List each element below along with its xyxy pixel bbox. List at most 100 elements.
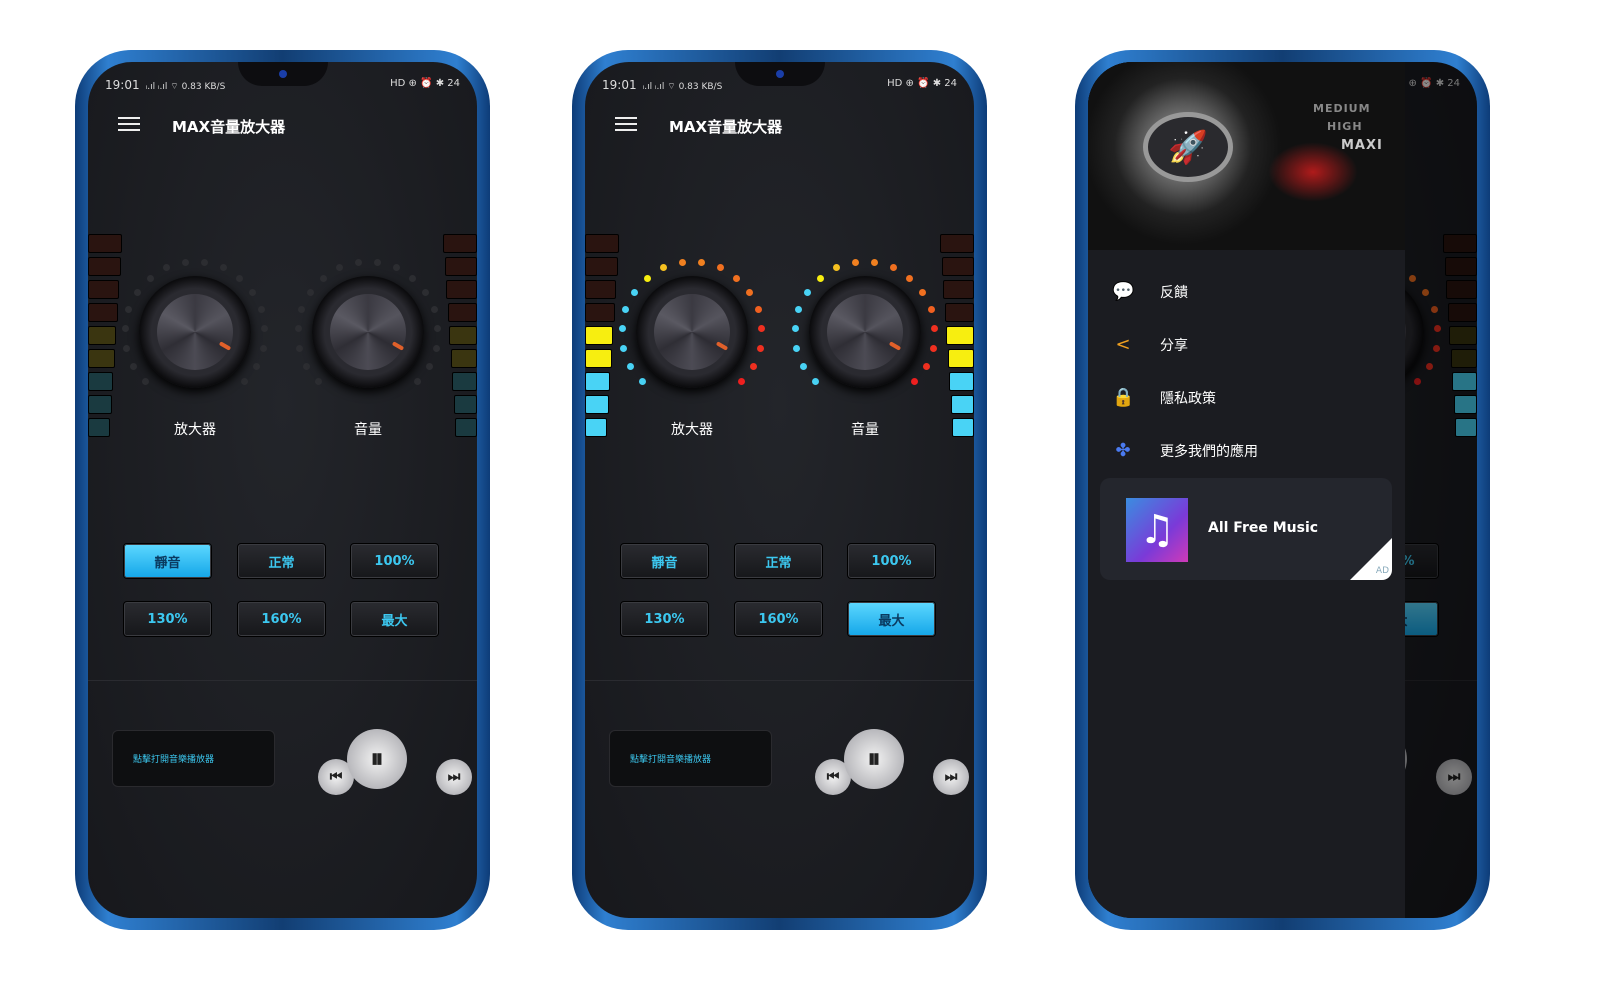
knob-level-dot	[627, 362, 635, 370]
preset-button[interactable]: 160%	[734, 601, 823, 637]
meter-left	[585, 234, 619, 437]
meter-segment	[585, 234, 619, 253]
meter-segment	[444, 257, 477, 276]
status-time: 19:01	[105, 78, 140, 92]
knob-level-dot	[733, 274, 741, 282]
meter-segment	[88, 280, 119, 299]
knob-volume[interactable]	[293, 257, 443, 407]
meter-segment	[443, 234, 477, 253]
meter-segment	[585, 280, 616, 299]
menu-line	[615, 117, 637, 119]
music-app-icon: ♫	[1126, 498, 1188, 562]
knob-level-dot	[315, 377, 322, 385]
apps-icon: ✤	[1115, 440, 1131, 461]
drawer-item[interactable]: 🔒 隱私政策	[1112, 387, 1216, 409]
preset-button[interactable]: 100%	[350, 543, 439, 579]
front-camera	[775, 70, 784, 78]
prev-icon: ⏮	[826, 769, 840, 785]
open-music-player-button[interactable]: 點擊打開音樂播放器	[609, 730, 772, 787]
pause-button[interactable]: ⏸	[347, 729, 407, 789]
meter-segment	[88, 395, 112, 414]
knob-level-dot	[425, 362, 433, 370]
menu-line	[118, 129, 140, 131]
knob-level-dot	[240, 377, 248, 385]
drawer-item[interactable]: 💬 反饋	[1112, 281, 1188, 303]
menu-icon[interactable]	[615, 114, 637, 132]
knob-level-dot	[252, 362, 260, 370]
knob-level-dot	[142, 377, 149, 385]
preset-button[interactable]: 100%	[847, 543, 936, 579]
meter-segment	[446, 280, 477, 299]
divider	[88, 680, 477, 681]
knob-level-dot	[146, 274, 154, 282]
drawer-item[interactable]: < 分享	[1112, 334, 1188, 356]
knob-level-dot	[678, 259, 686, 267]
knob-amplifier[interactable]	[617, 257, 767, 407]
knob-level-dot	[306, 288, 314, 296]
knob-level-dot	[303, 362, 311, 370]
meter-right	[940, 234, 974, 437]
ad-badge: AD	[1375, 566, 1389, 576]
preset-button[interactable]: 最大	[350, 601, 439, 637]
knob-level-dot	[800, 362, 808, 370]
knob-level-dot	[413, 377, 421, 385]
ad-app-name: All Free Music	[1208, 520, 1319, 536]
knob-dial[interactable]	[636, 276, 748, 388]
ad-card[interactable]: ♫ All Free Music AD	[1100, 478, 1392, 580]
preset-button[interactable]: 靜音	[123, 543, 212, 579]
divider	[585, 680, 974, 681]
hero-level-label: MEDIUM	[1313, 102, 1371, 115]
preset-button[interactable]: 正常	[237, 543, 326, 579]
meter-segment	[447, 303, 477, 322]
meter-left	[88, 234, 122, 437]
knob-level-dot	[618, 325, 626, 333]
preset-button[interactable]: 靜音	[620, 543, 709, 579]
knob-level-dot	[163, 264, 171, 272]
knob-amplifier[interactable]	[120, 257, 270, 407]
knob-volume[interactable]	[790, 257, 940, 407]
pause-button[interactable]: ⏸	[844, 729, 904, 789]
knob-level-dot	[746, 288, 754, 296]
preset-button[interactable]: 130%	[123, 601, 212, 637]
knob-level-dot	[660, 264, 668, 272]
knob-level-dot	[354, 259, 362, 267]
knob-level-dot	[125, 306, 133, 314]
knob-level-dot	[298, 306, 306, 314]
knob-dial[interactable]	[809, 276, 921, 388]
knob-level-dot	[929, 344, 937, 352]
drawer-item[interactable]: ✤ 更多我們的應用	[1112, 440, 1258, 462]
meter-segment	[940, 234, 974, 253]
knob-level-dot	[871, 259, 879, 267]
phone-screen: 19:01 ᵢ.ıl ᵢ.ıl ⌔ 0.83 KB/S HD ⊕ ⏰ ✱ 24 MAX…	[585, 62, 974, 918]
meter-segment	[952, 418, 974, 437]
knob-level-dot	[716, 264, 724, 272]
knob-level-dot	[622, 306, 630, 314]
preset-button[interactable]: 160%	[237, 601, 326, 637]
next-button[interactable]: ⏭	[436, 759, 472, 795]
preset-button[interactable]: 正常	[734, 543, 823, 579]
status-bar: 19:01 ᵢ.ıl ᵢ.ıl ⌔ 0.83 KB/S HD ⊕ ⏰ ✱ 24	[602, 78, 957, 92]
knob-label: 音量	[851, 422, 879, 438]
meter-segment	[585, 395, 609, 414]
open-music-player-button[interactable]: 點擊打開音樂播放器	[112, 730, 275, 787]
status-left: 19:01 ᵢ.ıl ᵢ.ıl ⌔ 0.83 KB/S	[602, 78, 722, 92]
knob-level-dot	[201, 259, 209, 267]
meter-segment	[585, 349, 612, 368]
preset-button[interactable]: 最大	[847, 601, 936, 637]
meter-segment	[88, 418, 110, 437]
knob-level-dot	[756, 344, 764, 352]
phone-1: 19:01 ᵢ.ıl ᵢ.ıl ⌔ 0.83 KB/S HD ⊕ ⏰ ✱ 24 MAX…	[75, 50, 490, 930]
knob-level-dot	[432, 344, 440, 352]
meter-segment	[88, 234, 122, 253]
knob-dial[interactable]	[312, 276, 424, 388]
meter-segment	[941, 257, 974, 276]
knob-level-dot	[758, 325, 766, 333]
meter-segment	[88, 257, 121, 276]
knob-dial[interactable]	[139, 276, 251, 388]
chat-bubble-icon: 💬	[1112, 281, 1135, 302]
menu-icon[interactable]	[118, 114, 140, 132]
knob-level-dot	[374, 259, 382, 267]
preset-button[interactable]: 130%	[620, 601, 709, 637]
next-button[interactable]: ⏭	[933, 759, 969, 795]
drawer-item-label: 分享	[1160, 338, 1188, 354]
